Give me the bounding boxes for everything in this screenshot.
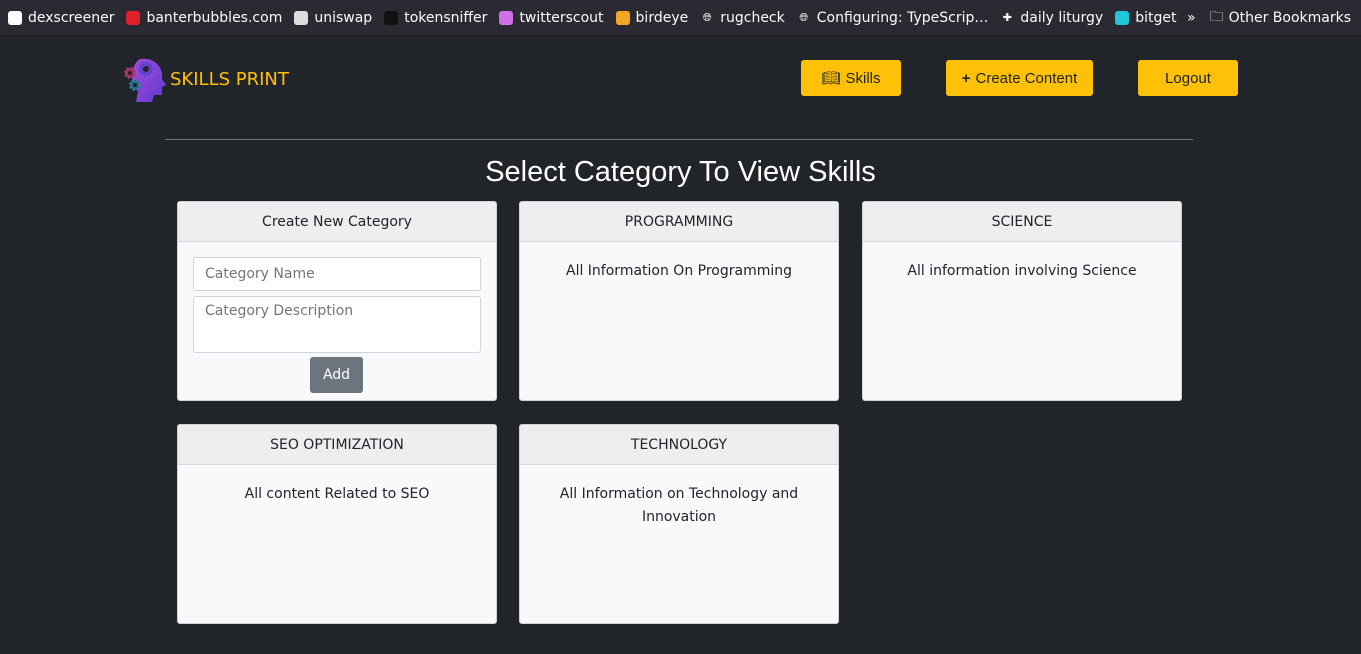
brand-name: SKILLS PRINT xyxy=(170,68,289,90)
category-description: All content Related to SEO xyxy=(244,486,430,502)
bookmark-1[interactable]: banterbubbles.com xyxy=(126,10,282,26)
bookmark-0[interactable]: dexscreener xyxy=(8,10,114,26)
category-name-input[interactable] xyxy=(193,257,481,291)
bookmark-label: birdeye xyxy=(635,9,689,26)
category-name: SCIENCE xyxy=(863,202,1181,242)
category-description: All Information on Technology and Innova… xyxy=(559,486,799,525)
bookmark-2[interactable]: uniswap xyxy=(294,10,372,26)
bookmark-label: bitget xyxy=(1135,9,1177,26)
tokensniffer-icon xyxy=(384,10,399,25)
category-card[interactable]: SCIENCE All information involving Science xyxy=(862,201,1182,401)
brand-logo[interactable]: SKILLS PRINT xyxy=(122,55,289,103)
create-content-button[interactable]: + Create Content xyxy=(946,60,1093,96)
skills-button[interactable]: 📖︎ Skills xyxy=(801,60,901,96)
bookmarks-bar: dexscreener banterbubbles.com uniswap token… xyxy=(0,0,1361,36)
banterbubbles-icon xyxy=(126,10,141,25)
bookmark-6[interactable]: 🌐︎ rugcheck xyxy=(700,10,785,26)
other-bookmarks[interactable]: Other Bookmarks xyxy=(1229,10,1351,26)
page-title: Select Category To View Skills xyxy=(485,156,876,188)
bookmark-label: uniswap xyxy=(314,9,373,26)
bookmark-label: rugcheck xyxy=(720,9,785,26)
bookmark-label: twitterscout xyxy=(519,9,604,26)
category-description-input[interactable] xyxy=(193,296,481,353)
chevron-more-icon[interactable]: » xyxy=(1187,10,1196,26)
head-gears-icon xyxy=(124,58,166,102)
globe-icon: 🌐︎ xyxy=(796,10,811,25)
uniswap-icon xyxy=(294,10,309,25)
birdeye-icon xyxy=(615,10,630,25)
category-card[interactable]: PROGRAMMING All Information On Programmin… xyxy=(519,201,839,401)
category-description: All Information On Programming xyxy=(566,263,792,279)
bookmark-7[interactable]: 🌐︎ Configuring: TypeScrip… xyxy=(796,9,989,26)
plus-icon: + xyxy=(961,69,971,87)
bookmark-3[interactable]: tokensniffer xyxy=(384,10,487,26)
card-header: Create New Category xyxy=(178,202,496,242)
bookmark-5[interactable]: birdeye xyxy=(615,9,689,26)
create-content-label: Create Content xyxy=(975,69,1078,87)
skills-label: Skills xyxy=(845,69,881,87)
bookmark-label: banterbubbles.com xyxy=(146,9,283,26)
category-name: PROGRAMMING xyxy=(520,202,838,242)
bookmark-label: Configuring: TypeScrip… xyxy=(816,9,989,26)
twitterscout-icon xyxy=(499,10,514,25)
bitget-icon xyxy=(1115,10,1130,25)
category-name: SEO OPTIMIZATION xyxy=(178,425,496,465)
bookmark-8[interactable]: ✚ daily liturgy xyxy=(1000,10,1103,26)
dexscreener-icon xyxy=(8,10,22,25)
bookmark-9[interactable]: bitget xyxy=(1115,10,1176,26)
add-button[interactable]: Add xyxy=(310,357,363,393)
bookmark-label: daily liturgy xyxy=(1020,9,1104,26)
category-card[interactable]: TECHNOLOGY All Information on Technology … xyxy=(519,424,839,624)
category-name: TECHNOLOGY xyxy=(520,425,838,465)
folder-icon: 🗀 xyxy=(1209,9,1224,25)
logout-button[interactable]: Logout xyxy=(1138,60,1238,96)
bookmark-label: dexscreener xyxy=(28,9,115,26)
bookmark-label: tokensniffer xyxy=(404,9,488,26)
divider xyxy=(165,139,1193,140)
create-category-card: Create New Category Add xyxy=(177,201,497,401)
liturgy-icon: ✚ xyxy=(1000,10,1015,25)
category-card[interactable]: SEO OPTIMIZATION All content Related to S… xyxy=(177,424,497,624)
book-icon: 📖︎ xyxy=(821,70,841,87)
bookmarks-right: » 🗀 Other Bookmarks xyxy=(1187,0,1351,36)
globe-icon: 🌐︎ xyxy=(700,10,715,25)
bookmark-4[interactable]: twitterscout xyxy=(499,9,604,26)
category-description: All information involving Science xyxy=(907,263,1137,279)
